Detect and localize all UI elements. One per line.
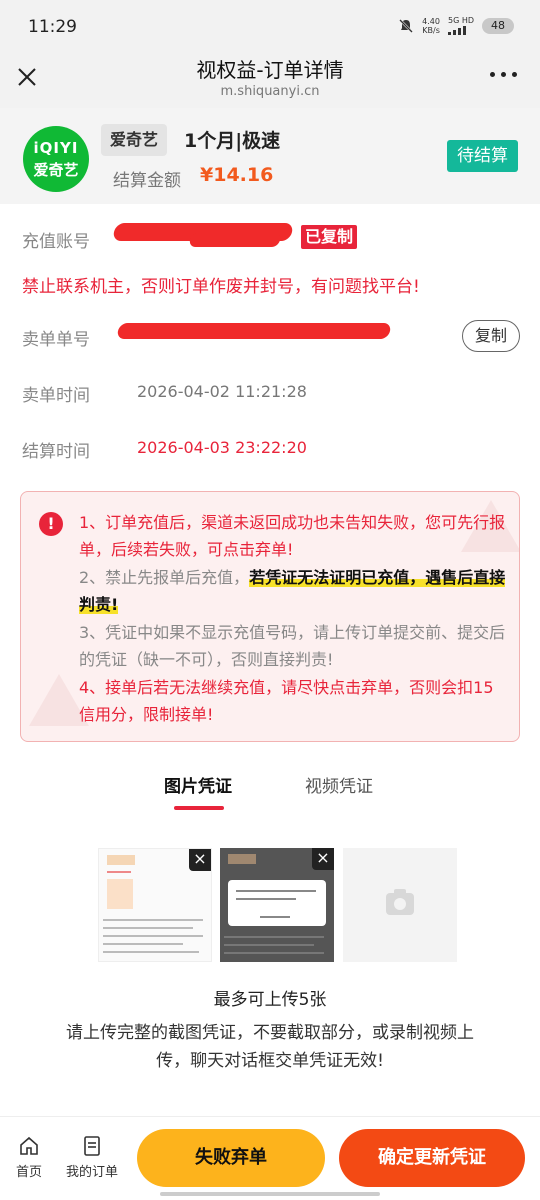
orders-icon: [84, 1136, 100, 1156]
notice-item-2: 2、禁止先报单后充值，若凭证无法证明已充值，遇售后直接判责!: [79, 564, 507, 618]
upload-note: 请上传完整的截图凭证，不要截取部分，或录制视频上传，聊天对话框交单凭证无效!: [66, 1023, 474, 1071]
fail-abandon-button[interactable]: 失败弃单: [137, 1129, 325, 1187]
account-label: 充值账号: [22, 232, 90, 252]
bottom-bar: 首页 我的订单 失败弃单 确定更新凭证: [0, 1116, 540, 1200]
sell-time-label: 卖单时间: [22, 386, 90, 406]
alert-icon: !: [39, 512, 63, 536]
account-redaction-stroke: [188, 233, 282, 247]
page-header: 视权益-订单详情 m.shiquanyi.cn: [0, 46, 540, 108]
remove-image-icon[interactable]: ×: [189, 849, 211, 871]
notice-item-2-prefix: 2、禁止先报单后充值，: [79, 568, 250, 587]
status-bar: 11:29 4.40 KB/s 5G HD 48: [0, 0, 540, 46]
platform-tag: 爱奇艺: [101, 124, 168, 156]
copied-tag: 已复制: [301, 225, 358, 249]
net-speed-unit: KB/s: [422, 25, 440, 35]
notice-item-3: 3、凭证中如果不显示充值号码，请上传订单提交前、提交后的凭证（缺一不可），否则直…: [79, 623, 506, 669]
proof-thumbnail-2[interactable]: ×: [220, 848, 334, 962]
upload-limit: 最多可上传5张: [213, 990, 327, 1010]
remove-image-icon[interactable]: ×: [312, 848, 334, 870]
contact-warning: 禁止联系机主，否则订单作废并封号，有问题找平台!: [22, 277, 420, 297]
more-options-icon[interactable]: [490, 72, 518, 80]
settle-amount-label: 结算金额: [113, 171, 181, 191]
tab-video-proof[interactable]: 视频凭证: [305, 772, 373, 797]
nav-home-label: 首页: [16, 1165, 43, 1180]
home-indicator: [160, 1192, 380, 1196]
notice-item-4: 4、接单后若无法继续充值，请尽快点击弃单，否则会扣15信用分，限制接单!: [79, 678, 494, 724]
camera-icon: [386, 889, 414, 915]
sell-order-redaction: [116, 323, 392, 339]
notice-item-1: 1、订单充值后，渠道未返回成功也未告知失败，您可先行报单，后续若失败，可点击弃单…: [79, 513, 506, 559]
mute-bell-icon: [399, 18, 414, 33]
net-speed-value: 4.40: [422, 16, 440, 26]
active-tab-indicator: [174, 806, 224, 810]
settle-time-label: 结算时间: [22, 442, 90, 462]
settle-time-value: 2026-04-03 23:22:20: [137, 438, 307, 457]
nav-home[interactable]: 首页: [16, 1135, 42, 1180]
confirm-update-button[interactable]: 确定更新凭证: [339, 1129, 525, 1187]
proof-thumbnail-1[interactable]: ×: [98, 848, 212, 962]
net-speed: 4.40 KB/s: [422, 17, 440, 35]
signal-icon: [447, 25, 474, 35]
network-type: 5G HD: [447, 16, 474, 25]
status-icons: 4.40 KB/s 5G HD 48: [398, 16, 514, 35]
nav-my-orders[interactable]: 我的订单: [66, 1135, 118, 1180]
product-card: iQIYI 爱奇艺 爱奇艺 1个月|极速 结算金额 ¥14.16 待结算: [0, 108, 540, 204]
nav-my-orders-label: 我的订单: [66, 1165, 119, 1180]
logo-line1: iQIYI: [33, 139, 79, 157]
copy-button[interactable]: 复制: [461, 320, 520, 352]
add-photo-button[interactable]: [343, 848, 457, 962]
logo-line2: 爱奇艺: [33, 161, 79, 179]
sell-order-label: 卖单单号: [22, 330, 90, 350]
tab-image-proof[interactable]: 图片凭证: [164, 772, 232, 797]
battery-icon: 48: [482, 17, 514, 34]
iqiyi-logo: iQIYI 爱奇艺: [23, 126, 89, 192]
status-time: 11:29: [28, 17, 77, 37]
network-indicator: 5G HD: [447, 16, 474, 35]
settle-amount: ¥14.16: [200, 164, 274, 186]
product-name: 1个月|极速: [184, 130, 281, 152]
notice-box: ! 1、订单充值后，渠道未返回成功也未告知失败，您可先行报单，后续若失败，可点击…: [20, 491, 520, 742]
page-url: m.shiquanyi.cn: [220, 84, 320, 99]
page-title: 视权益-订单详情: [196, 58, 344, 82]
sell-time-value: 2026-04-02 11:21:28: [137, 382, 307, 401]
status-badge: 待结算: [447, 140, 518, 172]
home-icon: [20, 1136, 38, 1155]
